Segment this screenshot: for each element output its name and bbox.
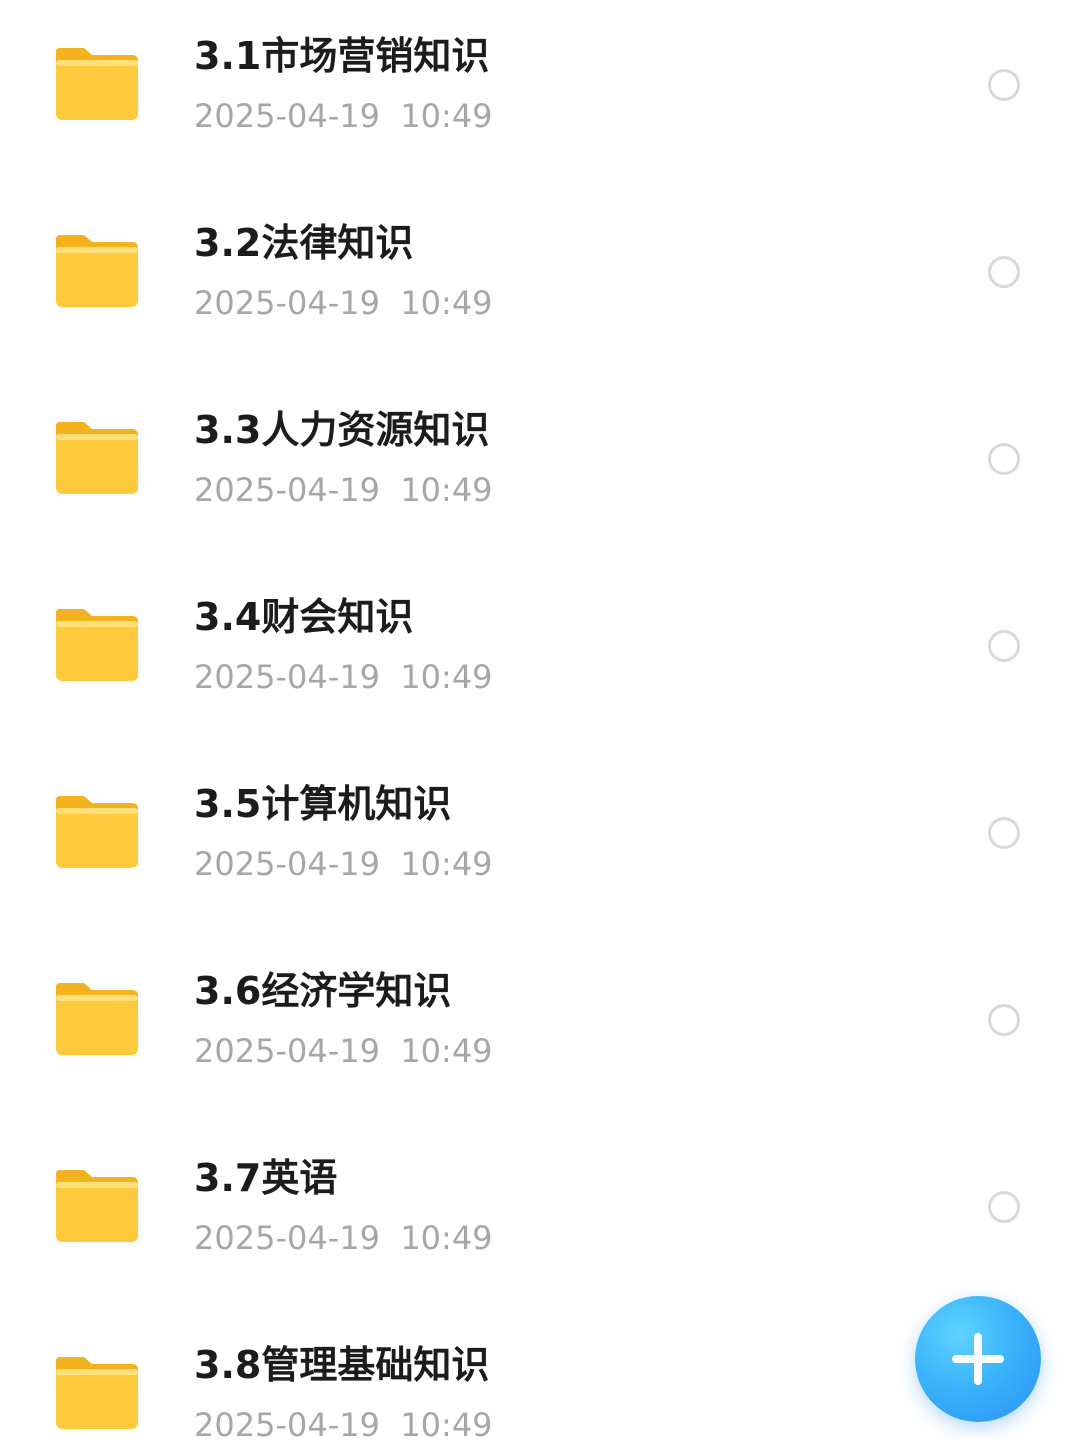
- folder-date: 2025-04-19 10:49: [194, 97, 493, 135]
- folder-icon: [56, 422, 138, 494]
- folder-name: 3.3人力资源知识: [194, 408, 490, 452]
- file-list: 3.1市场营销知识 2025-04-19 10:49 3.2法律知识 2025-…: [0, 0, 1080, 1440]
- folder-date: 2025-04-19 10:49: [194, 845, 493, 883]
- list-item[interactable]: 3.4财会知识 2025-04-19 10:49: [0, 561, 1080, 748]
- folder-icon: [56, 48, 138, 120]
- folder-name: 3.4财会知识: [194, 595, 414, 639]
- list-item[interactable]: 3.6经济学知识 2025-04-19 10:49: [0, 935, 1080, 1122]
- list-item[interactable]: 3.1市场营销知识 2025-04-19 10:49: [0, 0, 1080, 187]
- list-item[interactable]: 3.2法律知识 2025-04-19 10:49: [0, 187, 1080, 374]
- folder-icon: [56, 1357, 138, 1429]
- select-circle[interactable]: [988, 443, 1020, 475]
- select-circle[interactable]: [988, 1004, 1020, 1036]
- select-circle[interactable]: [988, 817, 1020, 849]
- folder-date: 2025-04-19 10:49: [194, 284, 493, 322]
- plus-icon: [952, 1333, 1004, 1385]
- select-circle[interactable]: [988, 630, 1020, 662]
- folder-name: 3.1市场营销知识: [194, 34, 490, 78]
- folder-icon: [56, 1170, 138, 1242]
- select-circle[interactable]: [988, 69, 1020, 101]
- list-item[interactable]: 3.3人力资源知识 2025-04-19 10:49: [0, 374, 1080, 561]
- folder-name: 3.8管理基础知识: [194, 1343, 490, 1387]
- list-item[interactable]: 3.5计算机知识 2025-04-19 10:49: [0, 748, 1080, 935]
- folder-date: 2025-04-19 10:49: [194, 1219, 493, 1257]
- folder-name: 3.2法律知识: [194, 221, 414, 265]
- folder-date: 2025-04-19 10:49: [194, 1406, 493, 1440]
- select-circle[interactable]: [988, 1191, 1020, 1223]
- folder-date: 2025-04-19 10:49: [194, 658, 493, 696]
- folder-date: 2025-04-19 10:49: [194, 471, 493, 509]
- folder-name: 3.5计算机知识: [194, 782, 452, 826]
- add-button[interactable]: [915, 1296, 1041, 1422]
- folder-name: 3.7英语: [194, 1156, 338, 1200]
- folder-date: 2025-04-19 10:49: [194, 1032, 493, 1070]
- select-circle[interactable]: [988, 256, 1020, 288]
- folder-icon: [56, 983, 138, 1055]
- list-item[interactable]: 3.7英语 2025-04-19 10:49: [0, 1122, 1080, 1309]
- folder-icon: [56, 796, 138, 868]
- folder-icon: [56, 609, 138, 681]
- folder-icon: [56, 235, 138, 307]
- folder-name: 3.6经济学知识: [194, 969, 452, 1013]
